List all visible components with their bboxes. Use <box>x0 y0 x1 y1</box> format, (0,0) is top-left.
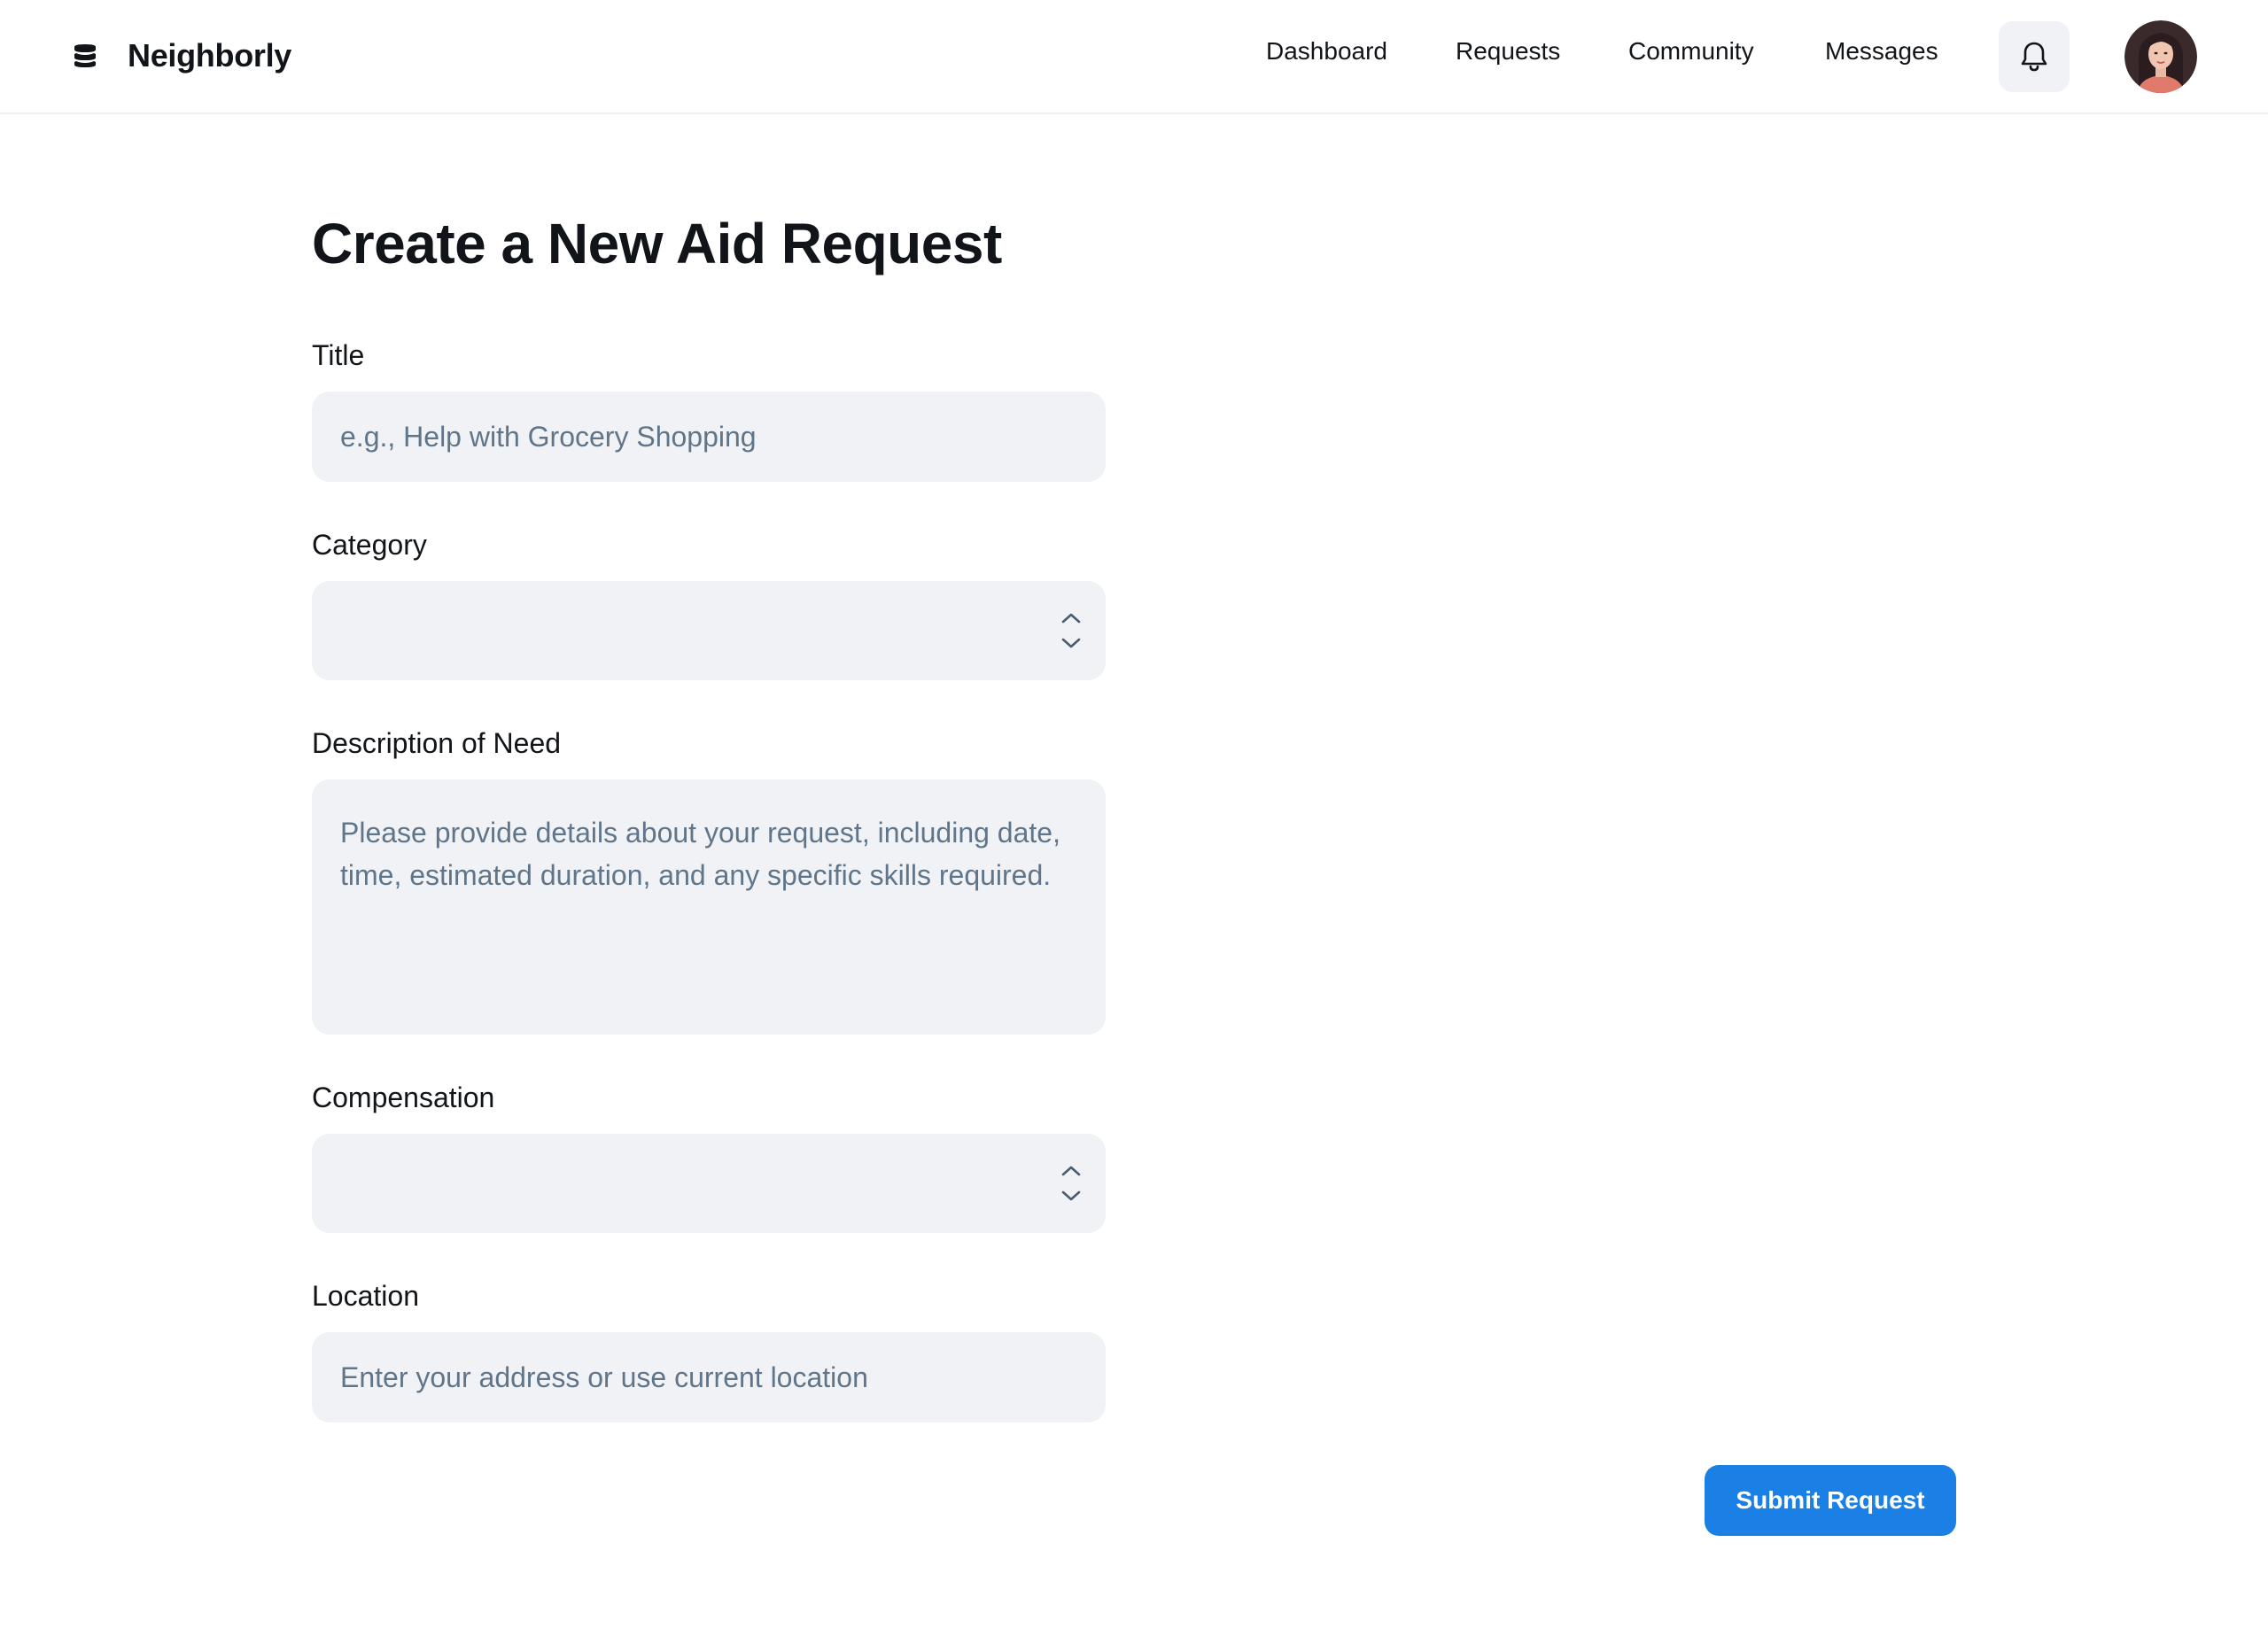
chevron-up-down-icon <box>1061 1166 1081 1201</box>
notifications-button[interactable] <box>1999 21 2070 92</box>
compensation-label: Compensation <box>312 1081 495 1113</box>
bell-icon <box>2021 42 2047 72</box>
user-avatar <box>2124 20 2197 93</box>
top-header: Neighborly Dashboard Requests Community … <box>0 0 2268 114</box>
category-label: Category <box>312 529 427 561</box>
compensation-select[interactable] <box>312 1134 1106 1233</box>
nav-item-messages[interactable]: Messages <box>1825 37 1938 66</box>
nav-item-requests[interactable]: Requests <box>1456 37 1560 66</box>
location-input[interactable] <box>312 1332 1106 1423</box>
nav-item-dashboard[interactable]: Dashboard <box>1266 37 1387 66</box>
location-label: Location <box>312 1280 419 1312</box>
submit-request-button[interactable]: Submit Request <box>1705 1465 1956 1536</box>
title-label: Title <box>312 339 365 371</box>
page-title: Create a New Aid Request <box>312 212 1002 275</box>
main-nav: Dashboard Requests Community Messages <box>0 0 2268 110</box>
description-textarea[interactable]: Please provide details about your reques… <box>312 779 1106 1035</box>
description-label: Description of Need <box>312 727 562 759</box>
description-placeholder: Please provide details about your reques… <box>340 817 1060 891</box>
avatar[interactable] <box>2124 20 2197 93</box>
title-input[interactable] <box>312 391 1106 482</box>
chevron-up-down-icon <box>1061 613 1081 648</box>
category-select[interactable] <box>312 581 1106 680</box>
nav-item-community[interactable]: Community <box>1628 37 1754 66</box>
